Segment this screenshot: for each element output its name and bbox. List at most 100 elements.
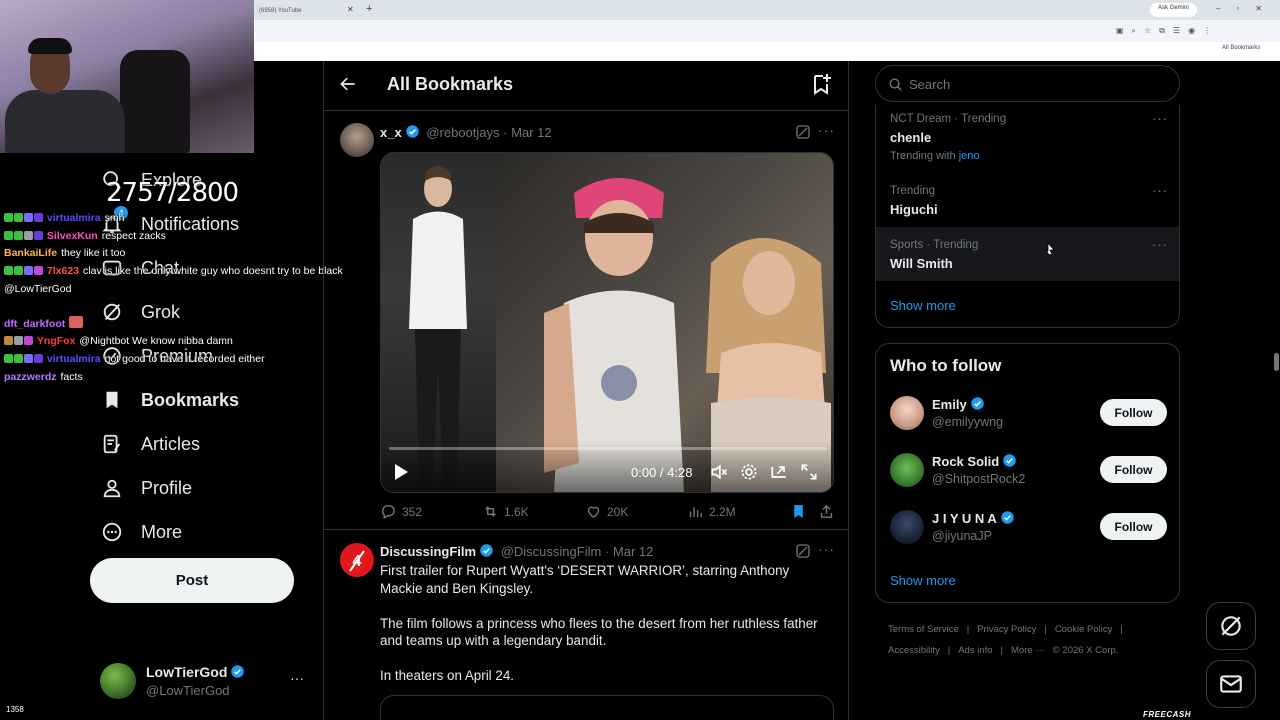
footer-link[interactable]: More ··· (1011, 645, 1045, 656)
grok-fab-button[interactable] (1206, 602, 1256, 650)
page-title: All Bookmarks (387, 74, 514, 94)
badge-icon (34, 213, 43, 222)
badge-icon (34, 266, 43, 276)
search-input[interactable] (909, 74, 1159, 94)
badge-icon (4, 213, 13, 222)
picture-in-picture-icon[interactable] (769, 462, 789, 487)
avatar[interactable] (890, 396, 924, 430)
repost-button[interactable]: 1.6K (482, 503, 529, 520)
verified-badge-icon (405, 125, 419, 138)
bookmark-button[interactable] (790, 503, 807, 520)
footer-link[interactable]: Ads info (958, 645, 992, 656)
tweet-avatar[interactable]: 4 (340, 543, 374, 577)
nav-articles[interactable]: Articles (96, 424, 200, 464)
chat-username: virtualmira (46, 212, 101, 224)
follow-button[interactable]: Follow (1100, 456, 1167, 483)
follow-show-more[interactable]: Show more (890, 573, 956, 588)
bookmark-add-icon[interactable] (809, 72, 833, 101)
share-button[interactable] (818, 503, 835, 520)
search-box[interactable] (875, 65, 1180, 102)
more-icon[interactable]: ··· (1152, 237, 1168, 252)
window-controls[interactable]: –▫✕ (1216, 4, 1278, 13)
footer-link[interactable]: Terms of Service (888, 624, 959, 635)
bookmarks-folder[interactable]: All Bookmarks (1222, 45, 1260, 51)
new-tab-icon[interactable]: + (366, 3, 372, 15)
avatar (100, 663, 136, 699)
tweet-handle[interactable]: @DiscussingFilm (501, 544, 602, 559)
trend-item[interactable]: Sports · Trending Will Smith ··· (876, 227, 1179, 281)
trend-title: Will Smith (890, 256, 953, 271)
ask-gemini-button[interactable]: Ask Gemini (1150, 3, 1197, 17)
trends-show-more[interactable]: Show more (890, 298, 956, 313)
follow-button[interactable]: Follow (1100, 399, 1167, 426)
footer-separator: | (947, 645, 951, 656)
tweet-handle[interactable]: @rebootjays (426, 125, 499, 140)
more-icon[interactable]: ··· (818, 122, 835, 138)
tweet[interactable]: x_x @rebootjays · Mar 12 ··· 0:00 / 4:28 (324, 112, 848, 530)
footer-link[interactable]: Accessibility (888, 645, 940, 656)
like-button[interactable]: 20K (585, 503, 628, 520)
back-arrow-icon[interactable] (338, 74, 358, 99)
volume-icon[interactable] (709, 462, 729, 487)
avatar[interactable] (890, 510, 924, 544)
badge-icon (24, 230, 33, 240)
footer-link[interactable]: Privacy Policy (977, 624, 1036, 635)
fullscreen-icon[interactable] (799, 462, 819, 487)
video-progress-bar[interactable] (389, 447, 827, 450)
tweet-date[interactable]: Mar 12 (511, 125, 551, 140)
badge-icon (24, 353, 33, 363)
scroll-thumb[interactable] (1274, 353, 1279, 371)
chat-message: SilvexKun respect zacks (4, 228, 364, 246)
grok-icon[interactable] (795, 543, 811, 564)
profile-name: LowTierGod (146, 664, 248, 680)
nav-label: More (141, 521, 183, 542)
tweet-video[interactable]: 0:00 / 4:28 (380, 152, 834, 493)
follow-suggestion[interactable]: J I Y U N A @jiyunaJP Follow (876, 500, 1179, 556)
streamer-hair (28, 38, 72, 54)
messages-fab-button[interactable] (1206, 660, 1256, 708)
tweet-media-card[interactable] (380, 695, 834, 720)
trend-item[interactable]: NCT Dream · Trending chenle Trending wit… (876, 105, 1179, 162)
chat-username: pazzwerdz (4, 370, 57, 383)
tab-close-icon[interactable]: ✕ (347, 5, 354, 14)
follow-suggestion[interactable]: Emily @emilyywng Follow (876, 386, 1179, 442)
bookmark-filled-icon (794, 505, 803, 518)
more-circle-icon (96, 516, 128, 548)
tweet-author-name[interactable]: DiscussingFilm (380, 544, 476, 559)
trend-sub-link[interactable]: jeno (959, 150, 980, 162)
footer-separator: | (1044, 624, 1047, 635)
nav-profile[interactable]: Profile (96, 468, 192, 508)
more-icon[interactable]: ··· (1152, 111, 1168, 126)
page-scrollbar[interactable] (1273, 61, 1280, 720)
trend-item[interactable]: Trending Higuchi ··· (876, 177, 1179, 231)
follow-suggestion[interactable]: Rock Solid @ShitpostRock2 Follow (876, 443, 1179, 499)
post-button[interactable]: Post (90, 558, 294, 603)
settings-gear-icon[interactable] (739, 462, 759, 487)
chat-username: dft_darkfoot (4, 317, 66, 330)
more-icon[interactable]: ··· (1152, 183, 1168, 198)
more-icon[interactable]: ··· (818, 541, 835, 557)
grok-icon[interactable] (795, 124, 811, 145)
reply-button[interactable]: 352 (380, 503, 422, 520)
follow-button[interactable]: Follow (1100, 513, 1167, 540)
streamer-body (5, 90, 125, 153)
tweet-author-name[interactable]: x_x (380, 125, 402, 140)
toolbar-icons[interactable]: ▣⌕☆⧉☰◉⋮ (1116, 26, 1219, 36)
account-switcher[interactable]: LowTierGod @LowTierGod ··· (100, 660, 315, 704)
nav-more[interactable]: More (96, 512, 182, 552)
repost-count: 1.6K (504, 504, 529, 519)
more-icon[interactable]: ··· (290, 670, 304, 686)
tweet-date[interactable]: Mar 12 (613, 544, 653, 559)
main-column: All Bookmarks x_x @rebootjays · Mar 12 ·… (323, 61, 849, 720)
avatar[interactable] (890, 453, 924, 487)
profile-name-text: LowTierGod (146, 664, 228, 680)
tweet[interactable]: 4 DiscussingFilm @DiscussingFilm · Mar 1… (324, 531, 848, 720)
play-icon[interactable] (393, 463, 409, 486)
follow-name-text: J I Y U N A (932, 511, 997, 526)
badge-icon (14, 230, 23, 240)
chat-text: they like it too (61, 247, 126, 260)
views-button[interactable]: 2.2M (687, 503, 736, 520)
tweet-avatar[interactable] (340, 123, 374, 157)
verified-badge-icon (970, 397, 984, 410)
footer-link[interactable]: Cookie Policy (1055, 624, 1113, 635)
